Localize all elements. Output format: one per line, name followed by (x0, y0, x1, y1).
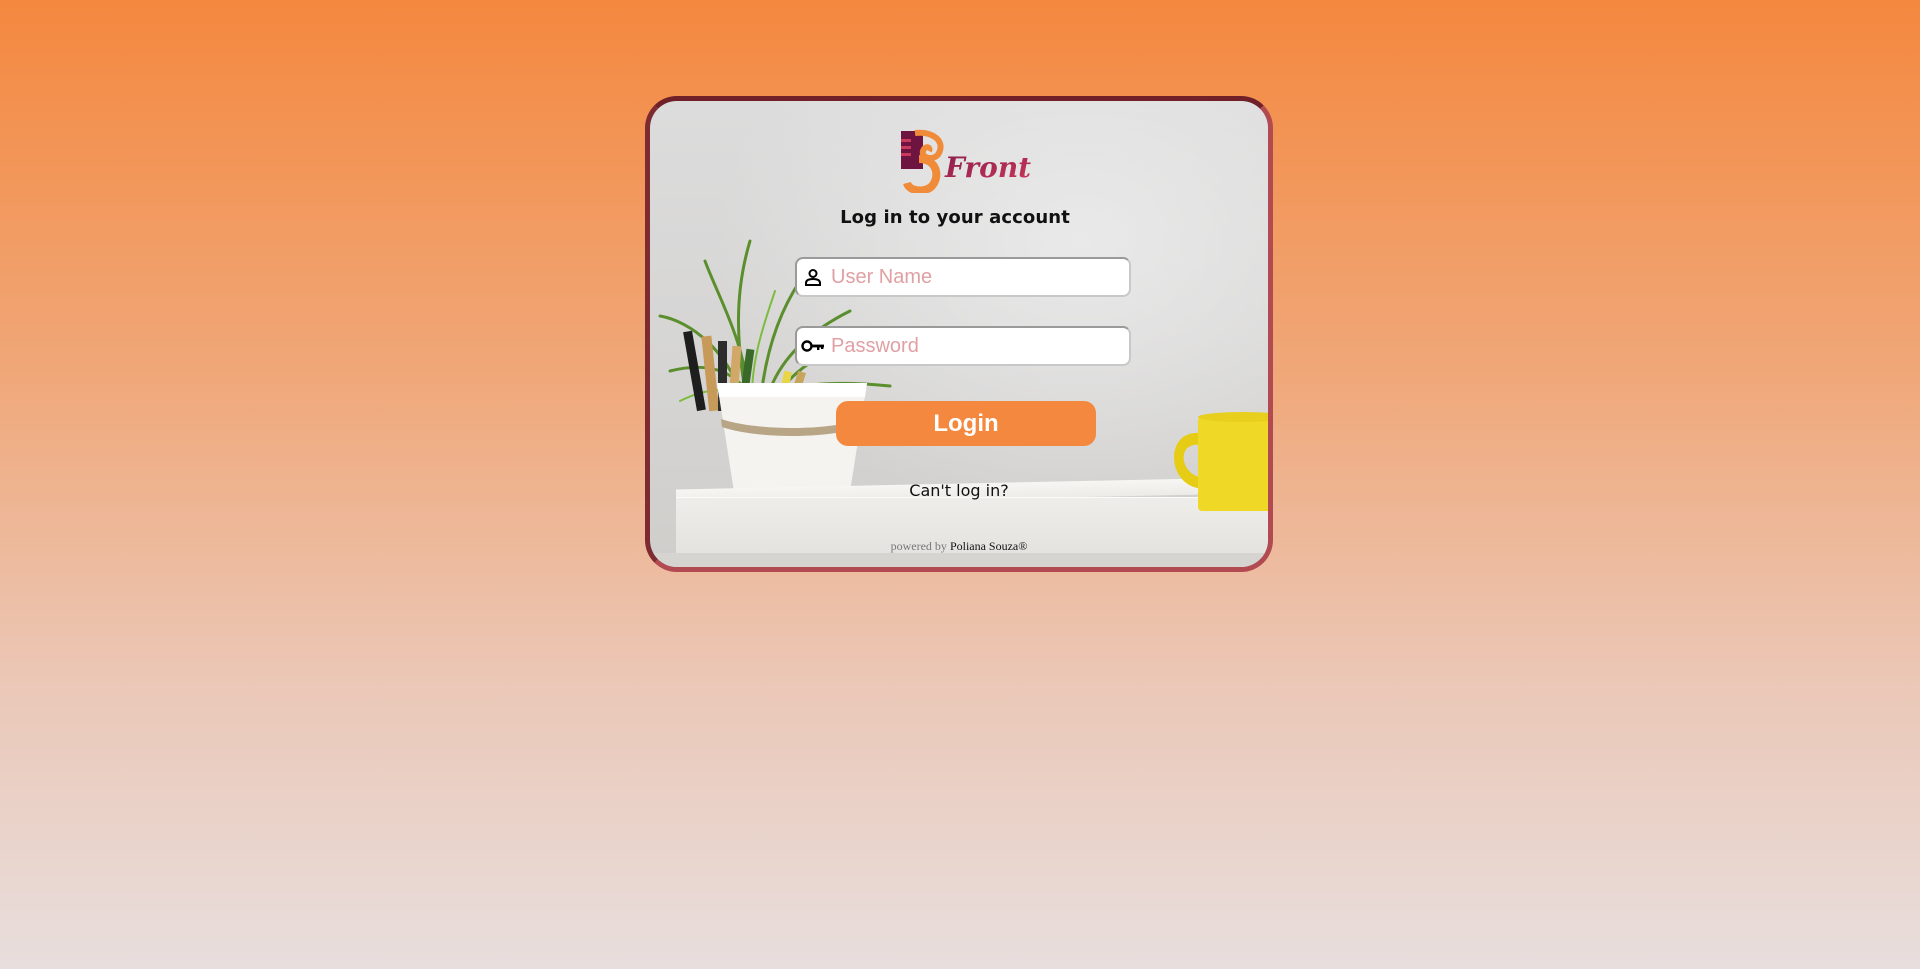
powered-by-prefix: powered by (890, 539, 947, 553)
username-field[interactable] (795, 257, 1131, 297)
login-card: Front Log in to your account Login Can't… (645, 96, 1273, 572)
key-icon (799, 328, 827, 364)
author-name: Poliana Souza® (949, 539, 1028, 553)
cant-login-link[interactable]: Can't log in? (650, 481, 1268, 500)
powered-by-footer: powered by Poliana Souza® (650, 539, 1268, 554)
password-field[interactable] (795, 326, 1131, 366)
person-icon (799, 259, 827, 295)
password-input[interactable] (827, 328, 1129, 364)
svg-text:Front: Front (944, 151, 1031, 184)
ps-front-logo: Front (901, 129, 1031, 193)
login-button[interactable]: Login (836, 401, 1096, 446)
page-title: Log in to your account (840, 207, 1070, 228)
username-input[interactable] (827, 259, 1129, 295)
shelf-bottom (650, 553, 1268, 567)
